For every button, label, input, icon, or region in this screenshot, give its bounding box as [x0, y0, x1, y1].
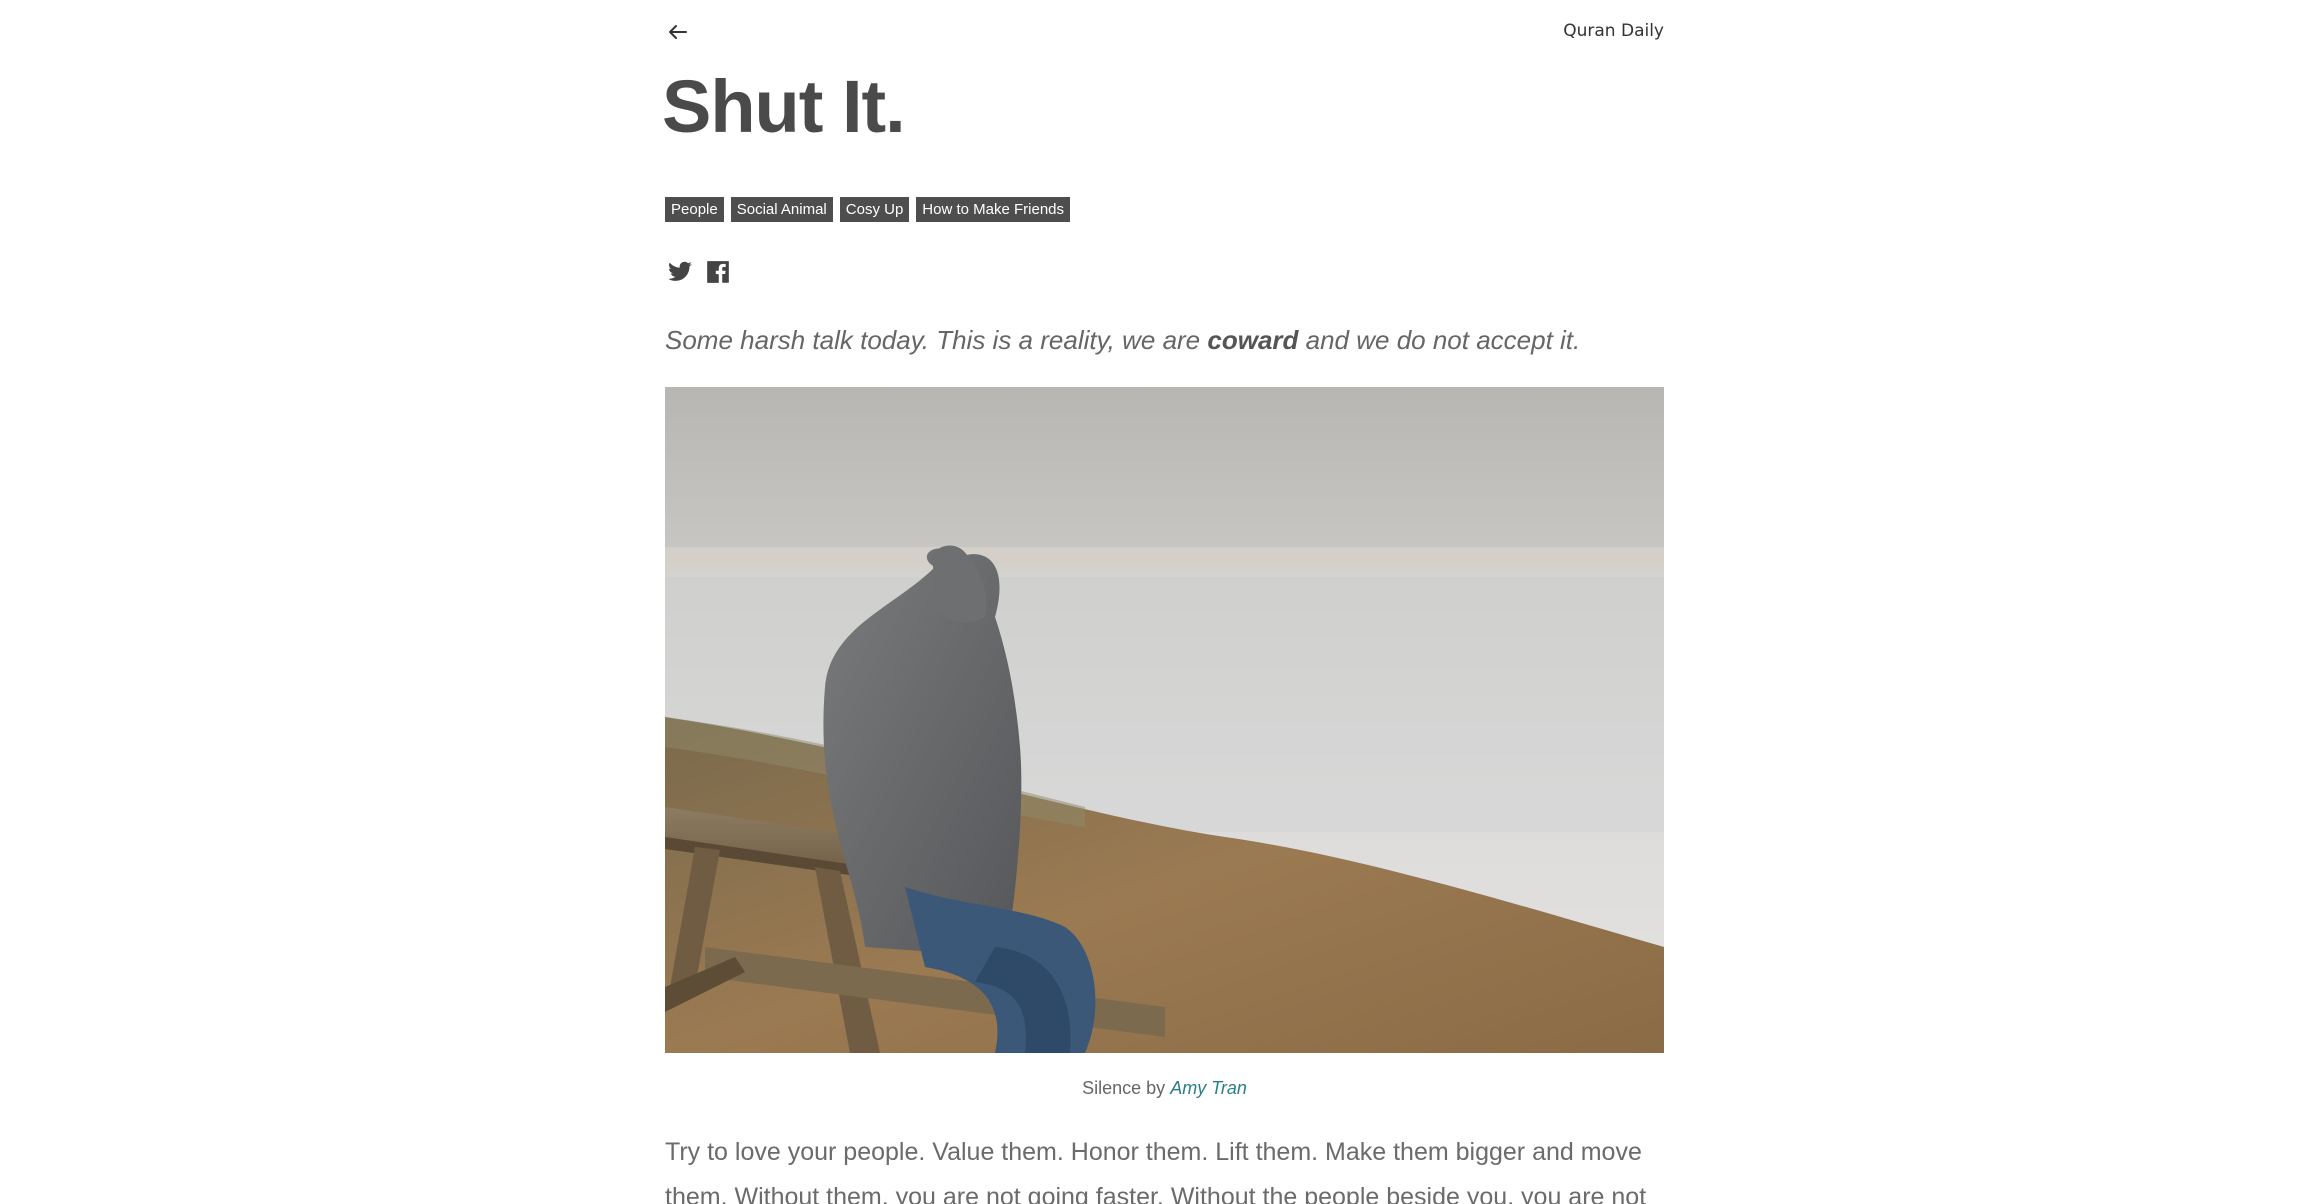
back-button[interactable]: [665, 20, 689, 44]
tag-list: People Social Animal Cosy Up How to Make…: [665, 197, 1071, 222]
facebook-icon[interactable]: [705, 259, 731, 285]
article-body: Try to love your people. Value them. Hon…: [665, 1138, 1647, 1204]
arrow-left-icon: [669, 25, 687, 39]
hero-image: [665, 387, 1664, 1053]
caption-text: Silence by: [1082, 1078, 1171, 1098]
site-name-link[interactable]: Quran Daily: [1563, 21, 1664, 41]
tag-social-animal[interactable]: Social Animal: [730, 197, 833, 222]
article-title: Shut It.: [662, 65, 906, 148]
article-lead: Some harsh talk today. This is a reality…: [665, 318, 1580, 362]
tag-people[interactable]: People: [665, 197, 724, 222]
share-links: [667, 259, 731, 285]
caption-author-link[interactable]: Amy Tran: [1170, 1078, 1247, 1098]
lead-text-end: and we do not accept it.: [1298, 325, 1581, 355]
image-caption: Silence by Amy Tran: [665, 1073, 1664, 1103]
tag-cosy-up[interactable]: Cosy Up: [839, 197, 910, 222]
lead-emphasis: coward: [1207, 325, 1299, 355]
twitter-icon[interactable]: [667, 259, 693, 285]
tag-how-to-make-friends[interactable]: How to Make Friends: [916, 197, 1071, 222]
top-bar: Quran Daily: [665, 14, 1664, 50]
lead-text-start: Some harsh talk today. This is a reality…: [665, 325, 1208, 355]
